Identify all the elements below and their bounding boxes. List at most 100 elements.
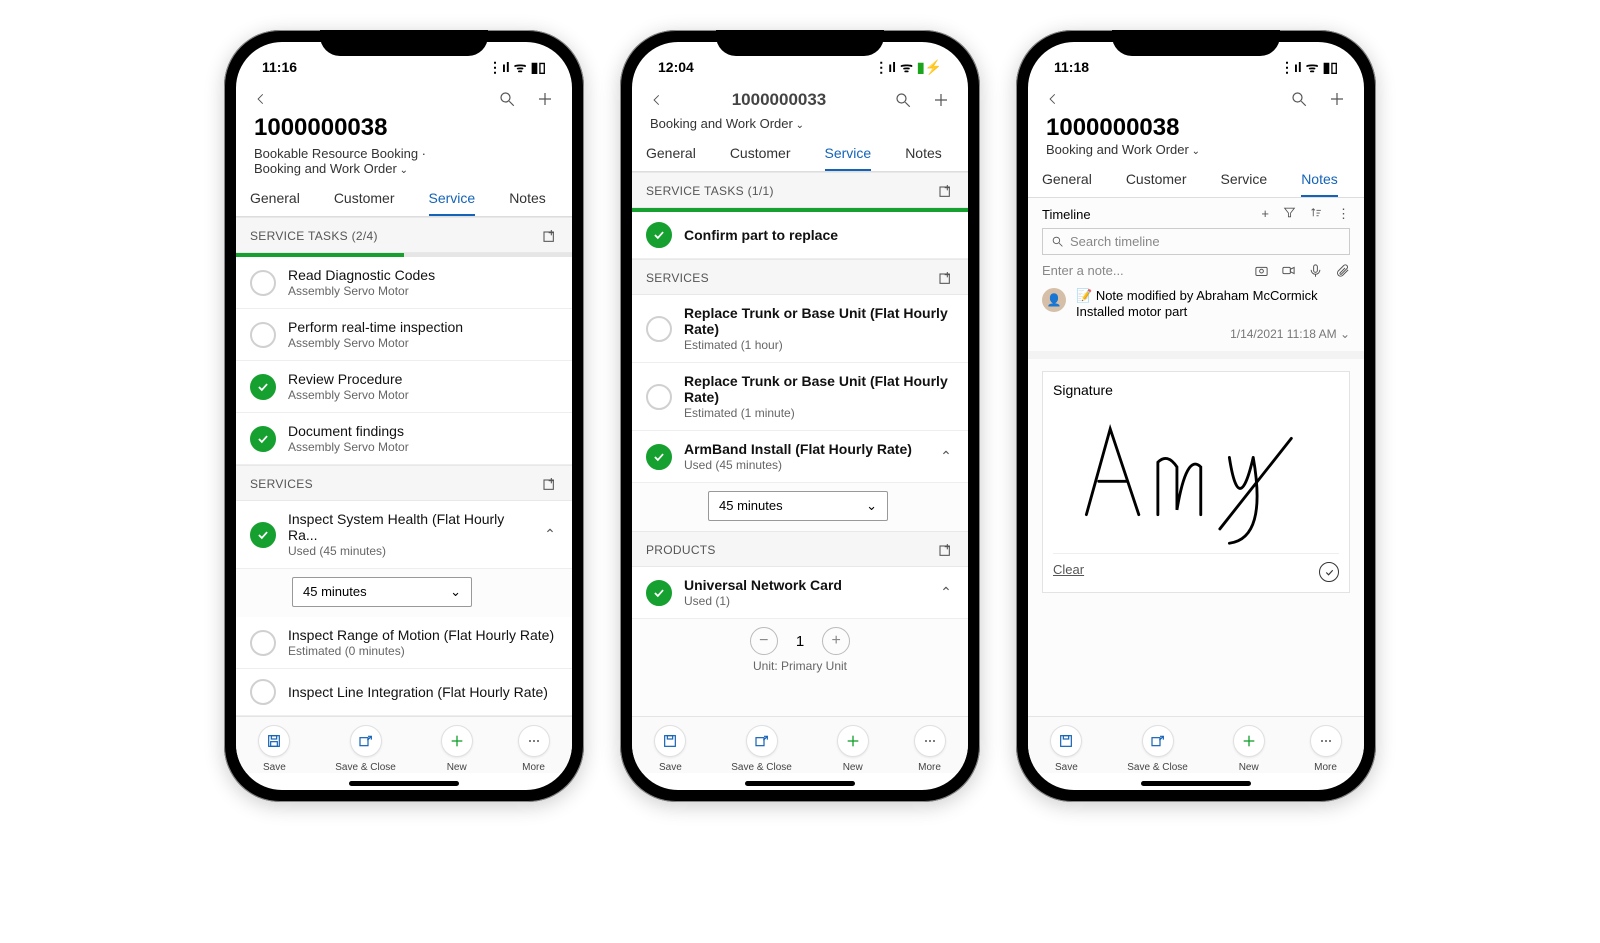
- add-subgrid-icon[interactable]: [938, 542, 954, 558]
- check-circle[interactable]: [250, 322, 276, 348]
- chevron-down-icon: ⌄: [866, 498, 877, 514]
- check-circle[interactable]: [646, 384, 672, 410]
- search-icon[interactable]: [1290, 90, 1308, 108]
- more-button[interactable]: More: [518, 725, 550, 773]
- tab-general[interactable]: General: [1042, 163, 1092, 197]
- microphone-icon[interactable]: [1308, 263, 1323, 278]
- save-button[interactable]: Save: [1050, 725, 1082, 773]
- phone-frame-2: 12:04 ⋮ılᯤ▮⚡ 1000000033 Booking and Work…: [620, 30, 980, 802]
- tab-general[interactable]: General: [646, 137, 696, 171]
- filter-icon[interactable]: [1283, 206, 1296, 222]
- service-row[interactable]: Inspect Line Integration (Flat Hourly Ra…: [236, 669, 572, 716]
- save-button[interactable]: Save: [654, 725, 686, 773]
- page-title: 1000000038: [250, 114, 558, 142]
- tab-general[interactable]: General: [250, 182, 300, 216]
- tab-notes[interactable]: Notes: [905, 137, 942, 171]
- home-indicator[interactable]: [1141, 781, 1251, 786]
- chevron-up-icon[interactable]: ⌃: [938, 448, 954, 465]
- status-right: ⋮ıl ᯤ ▮▯: [488, 58, 546, 77]
- save-close-button[interactable]: Save & Close: [335, 725, 396, 773]
- confirm-signature-button[interactable]: [1319, 562, 1339, 582]
- check-circle[interactable]: [646, 580, 672, 606]
- home-indicator[interactable]: [349, 781, 459, 786]
- back-icon[interactable]: [254, 92, 268, 106]
- task-row[interactable]: Document findingsAssembly Servo Motor: [236, 413, 572, 465]
- task-row[interactable]: Confirm part to replace: [632, 212, 968, 259]
- phone-frame-1: 11:16 ⋮ıl ᯤ ▮▯ 1000000038 Bookable Resou…: [224, 30, 584, 802]
- timeline-entry[interactable]: 👤 📝 Note modified by Abraham McCormick I…: [1028, 282, 1364, 325]
- tab-customer[interactable]: Customer: [334, 182, 395, 216]
- tab-service[interactable]: Service: [1221, 163, 1268, 197]
- decrement-button[interactable]: −: [750, 627, 778, 655]
- add-subgrid-icon[interactable]: [542, 228, 558, 244]
- form-selector[interactable]: Booking and Work Order: [646, 116, 954, 137]
- camera-icon[interactable]: [1254, 263, 1269, 278]
- add-icon[interactable]: [536, 90, 554, 108]
- service-row[interactable]: ArmBand Install (Flat Hourly Rate)Used (…: [632, 431, 968, 483]
- save-close-button[interactable]: Save & Close: [731, 725, 792, 773]
- add-icon[interactable]: [1328, 90, 1346, 108]
- check-circle[interactable]: [250, 522, 276, 548]
- attach-icon[interactable]: [1335, 263, 1350, 278]
- chevron-down-icon[interactable]: ⌄: [1340, 327, 1350, 341]
- service-row[interactable]: Inspect System Health (Flat Hourly Ra...…: [236, 501, 572, 569]
- chevron-up-icon[interactable]: ⌃: [542, 526, 558, 543]
- task-row[interactable]: Review ProcedureAssembly Servo Motor: [236, 361, 572, 413]
- back-icon[interactable]: [1046, 92, 1060, 106]
- tab-customer[interactable]: Customer: [1126, 163, 1187, 197]
- status-time: 12:04: [658, 59, 694, 75]
- duration-select[interactable]: 45 minutes ⌄: [292, 577, 472, 607]
- timeline-label: Timeline: [1042, 207, 1091, 222]
- task-row[interactable]: Read Diagnostic CodesAssembly Servo Moto…: [236, 257, 572, 309]
- check-circle[interactable]: [250, 270, 276, 296]
- add-icon[interactable]: [932, 91, 950, 109]
- tab-notes[interactable]: Notes: [1301, 163, 1338, 197]
- check-circle[interactable]: [250, 374, 276, 400]
- check-circle[interactable]: [250, 630, 276, 656]
- timeline-search-placeholder: Search timeline: [1070, 234, 1160, 249]
- product-row[interactable]: Universal Network CardUsed (1) ⌃: [632, 567, 968, 619]
- service-row[interactable]: Replace Trunk or Base Unit (Flat Hourly …: [632, 295, 968, 363]
- tab-service[interactable]: Service: [429, 182, 476, 216]
- increment-button[interactable]: +: [822, 627, 850, 655]
- search-icon[interactable]: [498, 90, 516, 108]
- new-button[interactable]: New: [441, 725, 473, 773]
- check-circle[interactable]: [250, 679, 276, 705]
- clear-signature-button[interactable]: Clear: [1053, 562, 1084, 582]
- note-icon: 📝: [1076, 288, 1096, 303]
- chevron-up-icon[interactable]: ⌃: [938, 584, 954, 601]
- tab-notes[interactable]: Notes: [509, 182, 546, 216]
- service-row[interactable]: Inspect Range of Motion (Flat Hourly Rat…: [236, 617, 572, 669]
- check-circle[interactable]: [250, 426, 276, 452]
- form-selector[interactable]: Booking and Work Order: [1042, 142, 1350, 163]
- save-close-button[interactable]: Save & Close: [1127, 725, 1188, 773]
- more-vert-icon[interactable]: ⋮: [1337, 206, 1350, 222]
- more-button[interactable]: More: [914, 725, 946, 773]
- plus-icon[interactable]: +: [1261, 206, 1269, 222]
- add-subgrid-icon[interactable]: [542, 476, 558, 492]
- search-icon[interactable]: [894, 91, 912, 109]
- form-selector[interactable]: Booking and Work Order: [250, 161, 558, 182]
- duration-select[interactable]: 45 minutes ⌄: [708, 491, 888, 521]
- tab-service[interactable]: Service: [825, 137, 872, 171]
- check-circle[interactable]: [646, 222, 672, 248]
- add-subgrid-icon[interactable]: [938, 270, 954, 286]
- back-icon[interactable]: [650, 93, 664, 107]
- add-subgrid-icon[interactable]: [938, 183, 954, 199]
- task-row[interactable]: Perform real-time inspectionAssembly Ser…: [236, 309, 572, 361]
- signature-pad[interactable]: [1053, 404, 1339, 549]
- more-button[interactable]: More: [1310, 725, 1342, 773]
- check-circle[interactable]: [646, 316, 672, 342]
- video-icon[interactable]: [1281, 263, 1296, 278]
- timeline-search[interactable]: Search timeline: [1042, 228, 1350, 255]
- new-button[interactable]: New: [1233, 725, 1265, 773]
- note-input[interactable]: Enter a note...: [1042, 263, 1124, 278]
- check-circle[interactable]: [646, 444, 672, 470]
- home-indicator[interactable]: [745, 781, 855, 786]
- tab-customer[interactable]: Customer: [730, 137, 791, 171]
- service-row[interactable]: Replace Trunk or Base Unit (Flat Hourly …: [632, 363, 968, 431]
- sort-icon[interactable]: [1310, 206, 1323, 222]
- new-button[interactable]: New: [837, 725, 869, 773]
- save-button[interactable]: Save: [258, 725, 290, 773]
- page-title: 1000000038: [1042, 114, 1350, 142]
